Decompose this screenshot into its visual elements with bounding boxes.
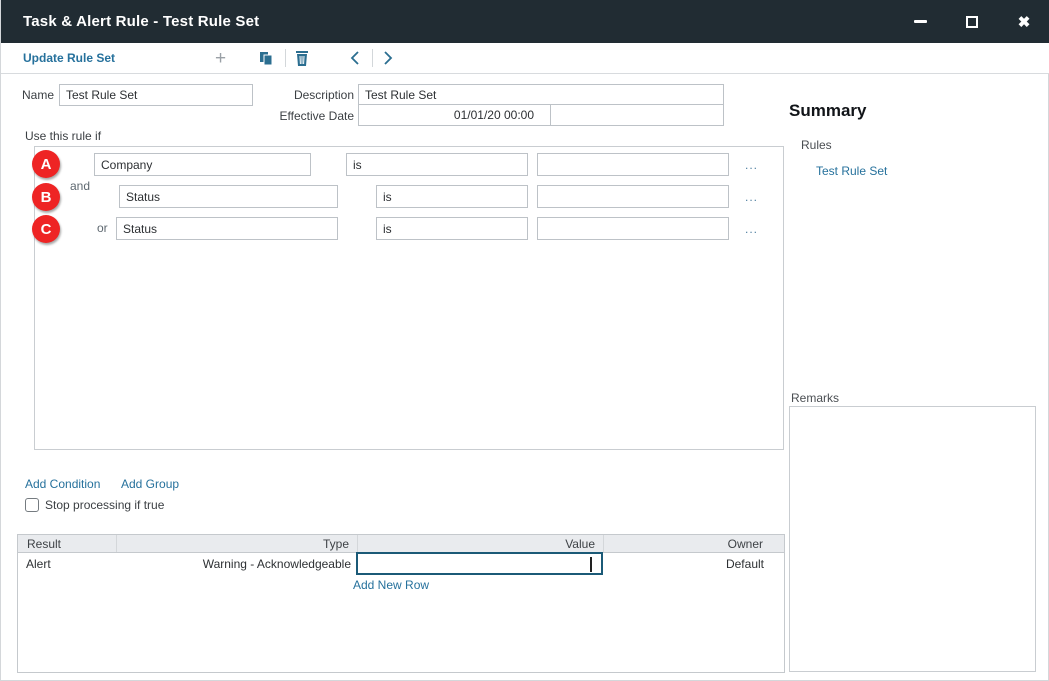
rule-section-label: Use this rule if: [25, 129, 101, 143]
annotation-badge-b: B: [32, 183, 60, 211]
condition-b-operator-input[interactable]: [376, 185, 528, 208]
add-condition-link[interactable]: Add Condition: [25, 477, 100, 491]
rules-label: Rules: [801, 138, 832, 152]
condition-b-connector: and: [70, 179, 90, 193]
add-icon[interactable]: +: [215, 49, 226, 68]
result-cell: Alert: [26, 553, 51, 575]
condition-a-field-input[interactable]: [94, 153, 311, 176]
condition-c-value-input[interactable]: [537, 217, 729, 240]
remarks-textarea[interactable]: [789, 406, 1036, 672]
condition-c-field-input[interactable]: [116, 217, 338, 240]
header-result[interactable]: Result: [18, 535, 117, 552]
condition-c-more-button[interactable]: ...: [745, 222, 758, 236]
condition-c-connector: or: [97, 221, 108, 235]
trash-icon[interactable]: [295, 51, 309, 66]
add-group-link[interactable]: Add Group: [121, 477, 179, 491]
remarks-label: Remarks: [791, 391, 839, 405]
annotation-badge-c: C: [32, 215, 60, 243]
minimize-icon: [914, 20, 927, 23]
stop-processing-row: Stop processing if true: [25, 498, 164, 512]
header-type[interactable]: Type: [117, 535, 358, 552]
text-caret: [590, 557, 592, 572]
trash-icon-svg: [295, 51, 309, 66]
condition-b-value-input[interactable]: [537, 185, 729, 208]
stop-processing-checkbox[interactable]: [25, 498, 39, 512]
condition-a-value-input[interactable]: [537, 153, 729, 176]
effective-date-label: Effective Date: [263, 105, 354, 127]
header-value[interactable]: Value: [358, 535, 604, 552]
maximize-icon: [966, 16, 978, 28]
name-label: Name: [1, 84, 54, 106]
toolbar-separator-2: [372, 49, 373, 67]
copy-icon[interactable]: [259, 51, 274, 66]
toolbar: Update Rule Set +: [1, 43, 1049, 74]
condition-b-field-input[interactable]: [119, 185, 338, 208]
window-titlebar: Task & Alert Rule - Test Rule Set ✖: [1, 0, 1049, 43]
condition-a-operator-input[interactable]: [346, 153, 528, 176]
window-controls: ✖: [894, 0, 1049, 43]
value-cell-input[interactable]: [356, 552, 603, 575]
chevron-left-icon: [349, 51, 361, 65]
add-new-row-link[interactable]: Add New Row: [353, 578, 429, 592]
update-rule-set-button[interactable]: Update Rule Set: [23, 51, 115, 65]
condition-b-more-button[interactable]: ...: [745, 190, 758, 204]
window-title: Task & Alert Rule - Test Rule Set: [1, 13, 259, 30]
effective-date-spacer: [550, 104, 724, 126]
condition-c-operator-input[interactable]: [376, 217, 528, 240]
description-label: Description: [263, 84, 354, 106]
maximize-button[interactable]: [946, 0, 998, 43]
results-table-header: Result Type Value Owner: [18, 535, 784, 553]
owner-cell: Default: [601, 553, 764, 575]
stop-processing-label: Stop processing if true: [45, 498, 164, 512]
effective-date-input[interactable]: [358, 104, 551, 126]
close-icon: ✖: [1018, 13, 1031, 31]
toolbar-separator: [285, 49, 286, 67]
rule-set-link[interactable]: Test Rule Set: [816, 164, 887, 178]
name-input[interactable]: [59, 84, 253, 106]
minimize-button[interactable]: [894, 0, 946, 43]
type-cell[interactable]: Warning - Acknowledgeable: [116, 553, 351, 575]
summary-title: Summary: [789, 101, 866, 121]
header-owner[interactable]: Owner: [604, 535, 784, 552]
close-button[interactable]: ✖: [998, 0, 1049, 43]
copy-icon-svg: [259, 51, 274, 66]
chevron-right-icon: [382, 51, 394, 65]
condition-a-more-button[interactable]: ...: [745, 158, 758, 172]
previous-icon[interactable]: [349, 51, 361, 65]
next-icon[interactable]: [382, 51, 394, 65]
description-input[interactable]: [358, 84, 724, 105]
annotation-badge-a: A: [32, 150, 60, 178]
